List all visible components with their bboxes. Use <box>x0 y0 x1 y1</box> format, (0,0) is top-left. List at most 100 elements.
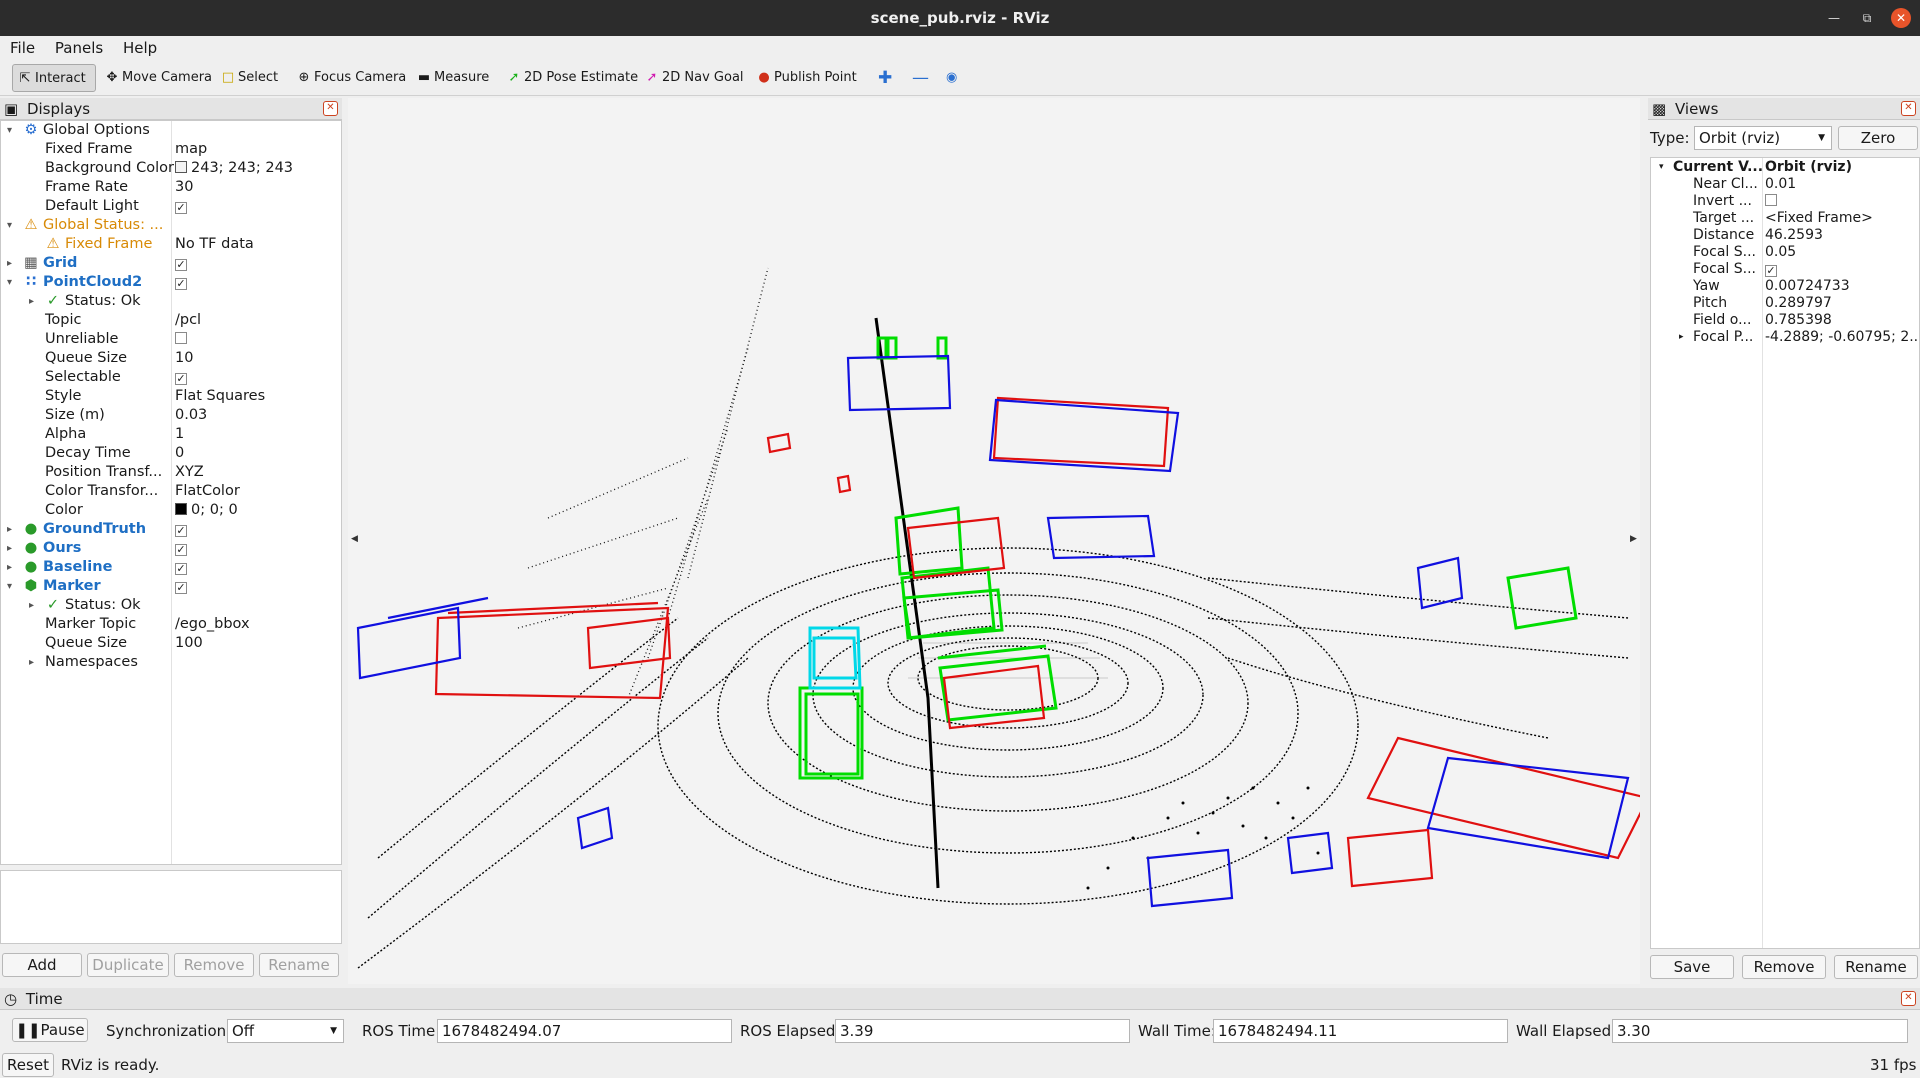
checkbox-checked[interactable]: ✓ <box>175 373 187 385</box>
tree-row-fixed-frame[interactable]: Fixed Frame map <box>1 140 341 159</box>
minimize-icon[interactable]: — <box>1824 8 1844 28</box>
tree-row-size[interactable]: Size (m) 0.03 <box>1 406 341 425</box>
tree-row-color[interactable]: Color 0; 0; 0 <box>1 501 341 520</box>
value[interactable]: 30 <box>175 178 193 197</box>
focus-camera-tool-button[interactable]: ⊕ Focus Camera <box>292 64 410 92</box>
tree-row-marker-queue-size[interactable]: Queue Size 100 <box>1 634 341 653</box>
views-row-near-clip[interactable]: Near Cl... 0.01 <box>1651 176 1919 193</box>
zero-button[interactable]: Zero <box>1838 126 1918 150</box>
collapse-icon[interactable]: ▸ <box>29 653 39 672</box>
tree-row-marker-status[interactable]: ▸ ✓ Status: Ok <box>1 596 341 615</box>
reset-button[interactable]: Reset <box>2 1053 54 1077</box>
tree-row-position-transformer[interactable]: Position Transf... XYZ <box>1 463 341 482</box>
wall-time-field[interactable]: 1678482494.11 <box>1213 1019 1508 1043</box>
value[interactable]: 10 <box>175 349 193 368</box>
color-swatch[interactable] <box>175 503 187 515</box>
checkbox-checked[interactable]: ✓ <box>175 525 187 537</box>
tree-row-unreliable[interactable]: Unreliable <box>1 330 341 349</box>
duplicate-display-button[interactable]: Duplicate <box>87 953 169 977</box>
value[interactable]: map <box>175 140 207 159</box>
tree-row-ours[interactable]: ▸ ● Ours ✓ <box>1 539 341 558</box>
tree-row-default-light[interactable]: Default Light ✓ <box>1 197 341 216</box>
value[interactable]: 0 <box>175 444 184 463</box>
pause-button[interactable]: ❚❚Pause <box>12 1018 88 1042</box>
checkbox-checked[interactable]: ✓ <box>1765 265 1777 277</box>
tree-row-groundtruth[interactable]: ▸ ● GroundTruth ✓ <box>1 520 341 539</box>
close-window-icon[interactable]: ✕ <box>1891 8 1911 28</box>
value[interactable]: Flat Squares <box>175 387 265 406</box>
add-tool-icon[interactable]: ✚ <box>874 64 896 92</box>
value[interactable]: 0; 0; 0 <box>191 502 238 518</box>
value[interactable]: 0.05 <box>1765 244 1796 261</box>
views-row-focal-point[interactable]: ▸ Focal P... -4.2889; -0.60795; 2.... <box>1651 329 1919 346</box>
checkbox-checked[interactable]: ✓ <box>175 563 187 575</box>
collapse-icon[interactable]: ▸ <box>7 254 17 273</box>
interact-tool-button[interactable]: ⇱ Interact <box>12 64 96 92</box>
publish-point-tool-button[interactable]: ● Publish Point <box>752 64 861 92</box>
tree-row-decay-time[interactable]: Decay Time 0 <box>1 444 341 463</box>
views-row-field-of-view[interactable]: Field o... 0.785398 <box>1651 312 1919 329</box>
checkbox-unchecked[interactable] <box>1765 194 1777 206</box>
value[interactable]: 0.289797 <box>1765 295 1832 312</box>
tree-row-status-ok[interactable]: ▸ ✓ Status: Ok <box>1 292 341 311</box>
remove-view-button[interactable]: Remove <box>1742 955 1826 979</box>
value[interactable]: 100 <box>175 634 203 653</box>
tree-row-pointcloud2[interactable]: ▾ ∷ PointCloud2 ✓ <box>1 273 341 292</box>
remove-tool-icon[interactable]: — <box>908 64 933 92</box>
expand-icon[interactable]: ▾ <box>7 577 17 596</box>
rename-view-button[interactable]: Rename <box>1834 955 1918 979</box>
tree-row-marker[interactable]: ▾ ⬢ Marker ✓ <box>1 577 341 596</box>
add-display-button[interactable]: Add <box>2 953 82 977</box>
tree-row-queue-size[interactable]: Queue Size 10 <box>1 349 341 368</box>
tree-row-selectable[interactable]: Selectable ✓ <box>1 368 341 387</box>
checkbox-checked[interactable]: ✓ <box>175 259 187 271</box>
eye-icon[interactable]: ◉ <box>942 64 961 92</box>
collapse-icon[interactable]: ▸ <box>1679 329 1684 346</box>
tree-row-grid[interactable]: ▸ ▦ Grid ✓ <box>1 254 341 273</box>
checkbox-checked[interactable]: ✓ <box>175 544 187 556</box>
value[interactable]: /ego_bbox <box>175 615 250 634</box>
ros-elapsed-field[interactable]: 3.39 <box>835 1019 1130 1043</box>
value[interactable]: 1 <box>175 425 184 444</box>
pose-estimate-tool-button[interactable]: ➚ 2D Pose Estimate <box>502 64 642 92</box>
color-swatch[interactable] <box>175 161 187 173</box>
views-row-current-view[interactable]: ▾ Current V... Orbit (rviz) <box>1651 159 1919 176</box>
views-row-invert[interactable]: Invert ... <box>1651 193 1919 210</box>
save-view-button[interactable]: Save <box>1650 955 1734 979</box>
tree-row-color-transformer[interactable]: Color Transfor... FlatColor <box>1 482 341 501</box>
menu-help[interactable]: Help <box>118 36 162 60</box>
checkbox-checked[interactable]: ✓ <box>175 202 187 214</box>
tree-row-topic[interactable]: Topic /pcl <box>1 311 341 330</box>
splitter-left-arrow-icon[interactable]: ◀ <box>351 534 358 544</box>
expand-icon[interactable]: ▾ <box>1659 159 1664 176</box>
tree-row-frame-rate[interactable]: Frame Rate 30 <box>1 178 341 197</box>
ros-time-field[interactable]: 1678482494.07 <box>437 1019 732 1043</box>
value[interactable]: <Fixed Frame> <box>1765 210 1873 227</box>
value[interactable]: 0.785398 <box>1765 312 1832 329</box>
tree-row-style[interactable]: Style Flat Squares <box>1 387 341 406</box>
tree-row-baseline[interactable]: ▸ ● Baseline ✓ <box>1 558 341 577</box>
checkbox-unchecked[interactable] <box>175 332 187 344</box>
value[interactable]: 243; 243; 243 <box>191 160 293 176</box>
views-row-pitch[interactable]: Pitch 0.289797 <box>1651 295 1919 312</box>
tree-row-global-status[interactable]: ▾ ⚠ Global Status: ... <box>1 216 341 235</box>
close-displays-icon[interactable]: ✕ <box>323 101 338 116</box>
tree-row-status-fixed-frame[interactable]: ⚠ Fixed Frame No TF data <box>1 235 341 254</box>
views-row-target-frame[interactable]: Target ... <Fixed Frame> <box>1651 210 1919 227</box>
expand-icon[interactable]: ▾ <box>7 216 17 235</box>
move-camera-tool-button[interactable]: ✥ Move Camera <box>100 64 216 92</box>
select-tool-button[interactable]: □ Select <box>216 64 282 92</box>
checkbox-checked[interactable]: ✓ <box>175 582 187 594</box>
value[interactable]: 46.2593 <box>1765 227 1823 244</box>
remove-display-button[interactable]: Remove <box>174 953 254 977</box>
expand-icon[interactable]: ▾ <box>7 273 17 292</box>
tree-row-global-options[interactable]: ▾ ⚙ Global Options <box>1 121 341 140</box>
value[interactable]: FlatColor <box>175 482 240 501</box>
wall-elapsed-field[interactable]: 3.30 <box>1612 1019 1908 1043</box>
collapse-icon[interactable]: ▸ <box>29 292 39 311</box>
collapse-icon[interactable]: ▸ <box>7 520 17 539</box>
maximize-icon[interactable]: ⧉ <box>1857 8 1877 28</box>
tree-row-background-color[interactable]: Background Color 243; 243; 243 <box>1 159 341 178</box>
menu-file[interactable]: File <box>5 36 40 60</box>
value[interactable]: -4.2889; -0.60795; 2.... <box>1765 329 1919 346</box>
